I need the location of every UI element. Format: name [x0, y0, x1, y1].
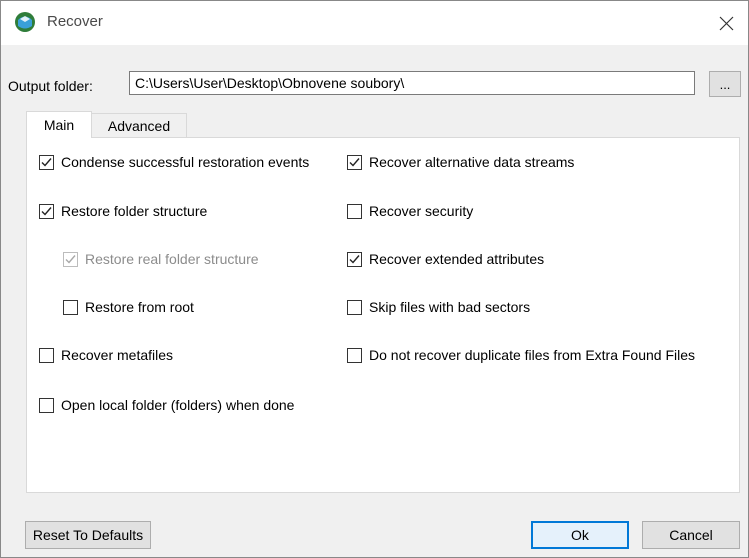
- cancel-button[interactable]: Cancel: [642, 521, 740, 549]
- output-folder-input[interactable]: [129, 71, 695, 95]
- option-recover-security[interactable]: Recover security: [347, 203, 473, 219]
- title-bar: Recover: [1, 1, 748, 45]
- recover-app-icon: [14, 11, 36, 33]
- option-label: Recover extended attributes: [369, 251, 545, 267]
- option-label: Condense successful restoration events: [61, 154, 310, 170]
- checkbox[interactable]: [347, 203, 362, 219]
- option-label: Recover security: [369, 203, 474, 219]
- option-no-duplicate-extra-found[interactable]: Do not recover duplicate files from Extr…: [347, 347, 695, 363]
- recover-dialog: Recover Output folder: ... Main Advanced…: [0, 0, 749, 558]
- close-button[interactable]: [704, 1, 748, 45]
- tab-main[interactable]: Main: [26, 111, 92, 138]
- check-icon: [65, 254, 76, 264]
- check-icon: [349, 254, 360, 264]
- option-recover-metafiles[interactable]: Recover metafiles: [39, 347, 173, 363]
- check-icon: [349, 157, 360, 167]
- option-label: Restore real folder structure: [85, 251, 259, 267]
- option-restore-from-root[interactable]: Restore from root: [63, 299, 194, 315]
- checkbox[interactable]: [39, 203, 54, 219]
- browse-button[interactable]: ...: [709, 71, 741, 97]
- option-label: Restore folder structure: [61, 203, 208, 219]
- option-label: Open local folder (folders) when done: [61, 397, 295, 413]
- option-restore-folder-structure[interactable]: Restore folder structure: [39, 203, 207, 219]
- check-icon: [41, 206, 52, 216]
- option-label: Do not recover duplicate files from Extr…: [369, 347, 696, 363]
- option-label: Restore from root: [85, 299, 194, 315]
- close-icon: [719, 16, 733, 30]
- option-condense-events[interactable]: Condense successful restoration events: [39, 154, 309, 170]
- option-label: Skip files with bad sectors: [369, 299, 531, 315]
- tab-advanced[interactable]: Advanced: [91, 113, 187, 139]
- output-folder-label: Output folder:: [8, 78, 93, 94]
- option-restore-real-folder-structure: Restore real folder structure: [63, 251, 259, 267]
- checkbox[interactable]: [347, 154, 362, 170]
- checkbox: [63, 251, 78, 267]
- option-recover-alt-data-streams[interactable]: Recover alternative data streams: [347, 154, 574, 170]
- checkbox[interactable]: [347, 251, 362, 267]
- option-label: Recover alternative data streams: [369, 154, 575, 170]
- main-tab-panel: Condense successful restoration events R…: [26, 137, 740, 493]
- checkbox[interactable]: [347, 347, 362, 363]
- window-title: Recover: [47, 13, 103, 30]
- ok-button[interactable]: Ok: [531, 521, 629, 549]
- check-icon: [41, 157, 52, 167]
- checkbox[interactable]: [347, 299, 362, 315]
- option-recover-extended-attributes[interactable]: Recover extended attributes: [347, 251, 544, 267]
- reset-to-defaults-button[interactable]: Reset To Defaults: [25, 521, 151, 549]
- option-label: Recover metafiles: [61, 347, 174, 363]
- checkbox[interactable]: [63, 299, 78, 315]
- option-open-local-folder[interactable]: Open local folder (folders) when done: [39, 397, 294, 413]
- checkbox[interactable]: [39, 154, 54, 170]
- checkbox[interactable]: [39, 347, 54, 363]
- checkbox[interactable]: [39, 397, 54, 413]
- option-skip-bad-sectors[interactable]: Skip files with bad sectors: [347, 299, 530, 315]
